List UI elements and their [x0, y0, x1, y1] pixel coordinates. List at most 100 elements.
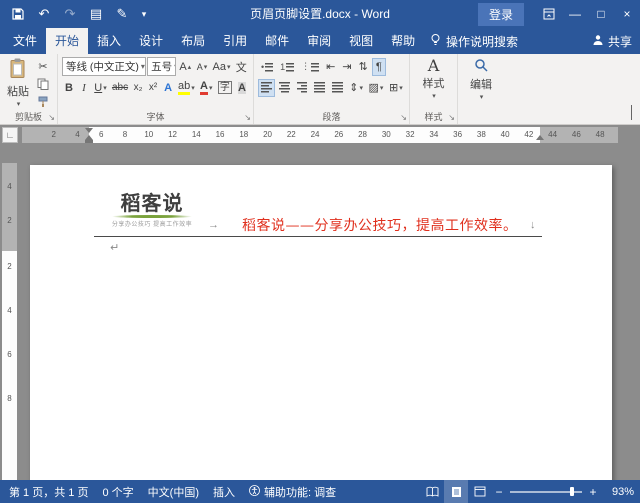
insert-mode-indicator[interactable]: 插入	[206, 484, 242, 500]
print-layout-button[interactable]	[444, 480, 468, 503]
paragraph-group: • 1 ⋮ ⇤ ⇥ ⇅ ¶ ⇕▾ ▨▾ ⊞▾ 段落 ↘	[254, 54, 410, 124]
tell-me-search[interactable]: 操作说明搜索	[430, 28, 518, 54]
phonetic-guide-button[interactable]: 文	[233, 58, 249, 76]
font-color-button[interactable]: A▾	[198, 79, 215, 97]
read-mode-button[interactable]	[420, 480, 444, 503]
borders-button[interactable]: ⊞▾	[387, 79, 405, 97]
increase-indent-button[interactable]: ⇥	[339, 58, 354, 76]
distributed-button[interactable]	[329, 79, 346, 97]
zoom-level[interactable]: 93%	[600, 486, 634, 498]
sort-button[interactable]: ⇅	[356, 58, 371, 76]
highlight-color-button[interactable]: ab▾	[176, 79, 197, 97]
zoom-in-button[interactable]: +	[586, 485, 600, 499]
document-page[interactable]: 稻客说 分享办公技巧 提高工作效率 → 稻客说——分享办公技巧，提高工作效率。 …	[30, 165, 612, 480]
font-size-combo[interactable]: 五号 ▾	[147, 57, 176, 76]
draw-icon[interactable]: ✎	[112, 3, 132, 25]
vertical-ruler[interactable]: 422468	[2, 163, 17, 480]
show-formatting-marks-button[interactable]: ¶	[372, 58, 386, 76]
lightbulb-icon	[430, 33, 441, 49]
line-break-mark: ↓	[530, 219, 536, 231]
tab-insert[interactable]: 插入	[88, 28, 130, 54]
first-line-indent-marker[interactable]	[85, 128, 93, 133]
paste-button[interactable]: 粘贴 ▾	[4, 57, 32, 110]
collapse-ribbon-icon[interactable]	[631, 106, 632, 120]
bold-button[interactable]: B	[62, 79, 76, 97]
underline-button[interactable]: U▾	[92, 79, 109, 97]
ribbon-home: 粘贴 ▾ ✂ 剪贴板 ↘ 等线 (中文正文) ▾ 五号 ▾	[0, 54, 640, 125]
numbering-button[interactable]: 1	[277, 58, 297, 76]
styles-button[interactable]: A 样式 ▾	[420, 57, 448, 110]
tab-home[interactable]: 开始	[46, 28, 88, 54]
share-button[interactable]: 共享	[592, 28, 632, 54]
right-indent-marker[interactable]	[536, 135, 544, 140]
font-name-combo[interactable]: 等线 (中文正文) ▾	[62, 57, 146, 76]
accessibility-icon	[249, 485, 260, 499]
zoom-slider[interactable]	[510, 491, 582, 493]
grow-font-button[interactable]: A▴	[177, 58, 193, 76]
subscript-button[interactable]: x₂	[131, 79, 145, 97]
tab-mailings[interactable]: 邮件	[256, 28, 298, 54]
quick-access-toolbar: ↶ ↷ ▤ ✎ ▾	[0, 3, 150, 25]
paragraph-dialog-launcher-icon[interactable]: ↘	[400, 114, 407, 122]
justify-button[interactable]	[311, 79, 328, 97]
maximize-button[interactable]: □	[588, 0, 614, 28]
align-left-button[interactable]	[258, 79, 275, 97]
styles-dialog-launcher-icon[interactable]: ↘	[448, 114, 455, 122]
tab-references[interactable]: 引用	[214, 28, 256, 54]
strikethrough-button[interactable]: abc	[110, 79, 130, 97]
text-effects-button[interactable]: A	[161, 79, 175, 97]
redo-icon[interactable]: ↷	[60, 3, 80, 25]
shrink-font-button[interactable]: A▾	[194, 58, 209, 76]
language-indicator[interactable]: 中文(中国)	[141, 484, 206, 500]
tab-design[interactable]: 设计	[130, 28, 172, 54]
horizontal-ruler[interactable]: 2468101214161820222426283032343638404244…	[22, 127, 618, 143]
customize-quick-access-icon[interactable]: ▾	[138, 3, 150, 25]
minimize-button[interactable]: —	[562, 0, 588, 28]
accessibility-status[interactable]: 辅助功能: 调查	[242, 484, 343, 500]
bullets-button[interactable]: •	[258, 58, 276, 76]
superscript-button[interactable]: x²	[146, 79, 160, 97]
clipboard-dialog-launcher-icon[interactable]: ↘	[48, 114, 55, 122]
decrease-indent-button[interactable]: ⇤	[323, 58, 338, 76]
paste-dropdown-icon[interactable]: ▾	[17, 100, 21, 108]
left-indent-marker[interactable]	[85, 140, 93, 143]
tab-file[interactable]: 文件	[4, 28, 46, 54]
cut-button[interactable]: ✂	[34, 58, 52, 74]
ribbon-display-options-icon[interactable]	[536, 0, 562, 28]
header-text[interactable]: 稻客说——分享办公技巧，提高工作效率。	[242, 215, 518, 235]
font-dialog-launcher-icon[interactable]: ↘	[244, 114, 251, 122]
touch-mode-icon[interactable]: ▤	[86, 3, 106, 25]
zoom-slider-thumb[interactable]	[570, 487, 574, 496]
multilevel-list-button[interactable]: ⋮	[298, 58, 322, 76]
styles-dropdown-icon: ▾	[432, 92, 436, 100]
logo-swoosh	[112, 215, 192, 218]
format-painter-button[interactable]	[34, 94, 52, 110]
close-button[interactable]: ×	[614, 0, 640, 28]
tab-help[interactable]: 帮助	[382, 28, 424, 54]
sign-in-button[interactable]: 登录	[478, 3, 524, 26]
align-right-button[interactable]	[294, 79, 311, 97]
word-count[interactable]: 0 个字	[95, 484, 140, 500]
tab-layout[interactable]: 布局	[172, 28, 214, 54]
save-icon[interactable]	[8, 3, 28, 25]
header-logo: 稻客说 分享办公技巧 提高工作效率	[102, 191, 202, 228]
undo-icon[interactable]: ↶	[34, 3, 54, 25]
tab-stop-selector[interactable]: ∟	[2, 127, 18, 143]
zoom-out-button[interactable]: −	[492, 485, 506, 499]
tab-view[interactable]: 视图	[340, 28, 382, 54]
italic-button[interactable]: I	[77, 79, 91, 97]
shading-button[interactable]: ▨▾	[366, 79, 385, 97]
character-border-button[interactable]: 字	[216, 79, 234, 97]
page-indicator[interactable]: 第 1 页，共 1 页	[2, 484, 95, 500]
change-case-button[interactable]: Aa▾	[211, 58, 233, 76]
line-spacing-button[interactable]: ⇕▾	[347, 79, 365, 97]
web-layout-button[interactable]	[468, 480, 492, 503]
copy-button[interactable]	[34, 76, 52, 92]
align-center-button[interactable]	[276, 79, 293, 97]
document-area[interactable]: 422468 稻客说 分享办公技巧 提高工作效率 → 稻客说——分享办公技巧，提…	[0, 145, 640, 480]
editing-button[interactable]: 编辑 ▾	[467, 57, 495, 110]
logo-subtitle: 分享办公技巧 提高工作效率	[102, 219, 202, 228]
tab-review[interactable]: 审阅	[298, 28, 340, 54]
font-size-dropdown-icon: ▾	[174, 62, 176, 71]
character-shading-button[interactable]: A	[235, 79, 249, 97]
